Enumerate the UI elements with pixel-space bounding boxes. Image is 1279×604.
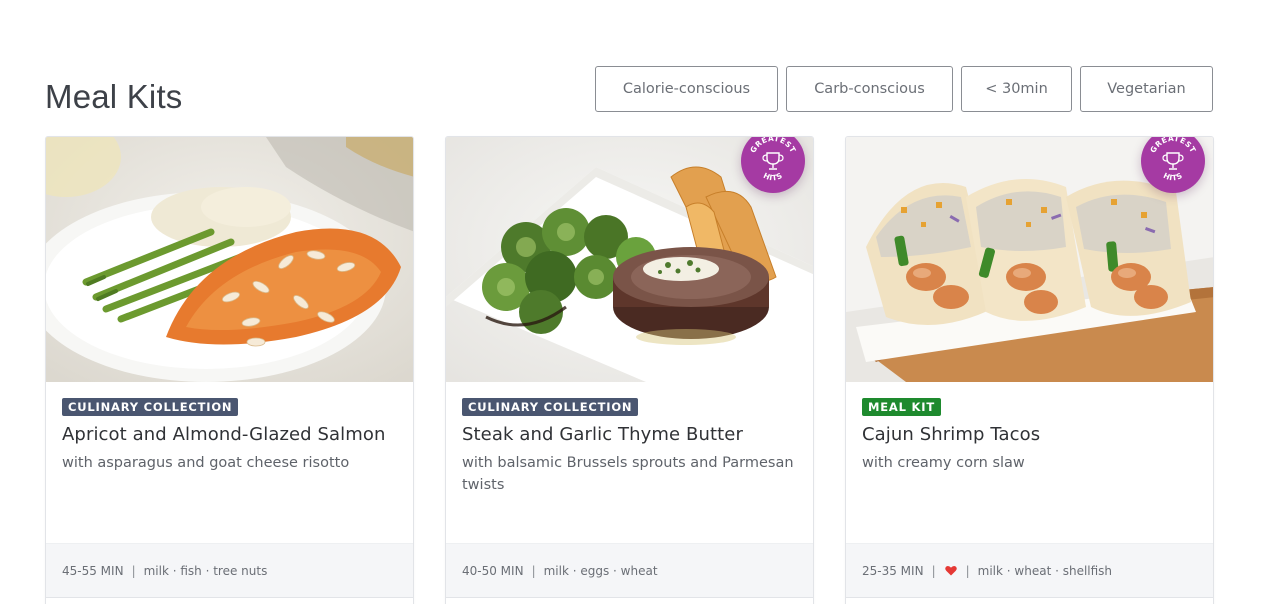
allergens: milk · fish · tree nuts xyxy=(143,563,268,578)
card-divider xyxy=(446,597,813,598)
filter-calorie-conscious-button[interactable]: Calorie-conscious xyxy=(595,66,778,112)
svg-text:HITS: HITS xyxy=(1162,171,1184,183)
meta-separator: | xyxy=(965,563,970,578)
card-divider xyxy=(46,597,413,598)
cook-time: 40-50 MIN xyxy=(462,563,524,578)
meta-separator: | xyxy=(531,563,536,578)
meal-photo-tacos[interactable]: GREATEST HITS xyxy=(846,137,1213,382)
trophy-icon: GREATEST HITS xyxy=(1148,137,1198,183)
filter-vegetarian-button[interactable]: Vegetarian xyxy=(1080,66,1213,112)
svg-text:GREATEST: GREATEST xyxy=(748,137,798,155)
meal-subtitle: with balsamic Brussels sprouts and Parme… xyxy=(462,455,794,493)
allergens: milk · eggs · wheat xyxy=(543,563,658,578)
svg-text:GREATEST: GREATEST xyxy=(1148,137,1198,155)
meal-kit-tag: MEAL KIT xyxy=(862,398,941,416)
salmon-dish-illustration xyxy=(46,137,413,382)
meta-separator: | xyxy=(931,563,936,578)
meal-card-steak[interactable]: GREATEST HITS CULINARY COLLECTION Steak … xyxy=(445,136,814,604)
greatest-hits-badge: GREATEST HITS xyxy=(741,137,805,193)
filter-under-30min-button[interactable]: < 30min xyxy=(961,66,1072,112)
svg-text:HITS: HITS xyxy=(762,171,784,183)
meal-photo-steak[interactable]: GREATEST HITS xyxy=(446,137,813,382)
filter-bar: Calorie-conscious Carb-conscious < 30min… xyxy=(595,66,1213,112)
meal-title[interactable]: Apricot and Almond-Glazed Salmon xyxy=(62,424,397,446)
meal-subtitle: with asparagus and goat cheese risotto xyxy=(62,455,350,471)
meal-meta: 25-35 MIN | | milk · wheat · shellfish xyxy=(846,543,1213,597)
collection-tag: CULINARY COLLECTION xyxy=(62,398,239,416)
page-title: Meal Kits xyxy=(45,78,183,115)
collection-tag: CULINARY COLLECTION xyxy=(462,398,639,416)
filter-carb-conscious-button[interactable]: Carb-conscious xyxy=(786,66,953,112)
meal-subtitle: with creamy corn slaw xyxy=(862,455,1025,471)
meal-title[interactable]: Cajun Shrimp Tacos xyxy=(862,424,1197,446)
heart-icon xyxy=(944,564,958,578)
meal-card-salmon[interactable]: CULINARY COLLECTION Apricot and Almond-G… xyxy=(45,136,414,604)
meal-title[interactable]: Steak and Garlic Thyme Butter xyxy=(462,424,797,446)
meal-card-tacos[interactable]: GREATEST HITS MEAL KIT Cajun Shrimp Taco… xyxy=(845,136,1214,604)
greatest-hits-badge: GREATEST HITS xyxy=(1141,137,1205,193)
allergens: milk · wheat · shellfish xyxy=(977,563,1113,578)
meal-photo-salmon[interactable] xyxy=(46,137,413,382)
trophy-icon: GREATEST HITS xyxy=(748,137,798,183)
cook-time: 45-55 MIN xyxy=(62,563,124,578)
meal-meta: 40-50 MIN | milk · eggs · wheat xyxy=(446,543,813,597)
cook-time: 25-35 MIN xyxy=(862,563,924,578)
meta-separator: | xyxy=(131,563,136,578)
meal-kit-grid: CULINARY COLLECTION Apricot and Almond-G… xyxy=(45,136,1214,604)
card-divider xyxy=(846,597,1213,598)
meal-meta: 45-55 MIN | milk · fish · tree nuts xyxy=(46,543,413,597)
